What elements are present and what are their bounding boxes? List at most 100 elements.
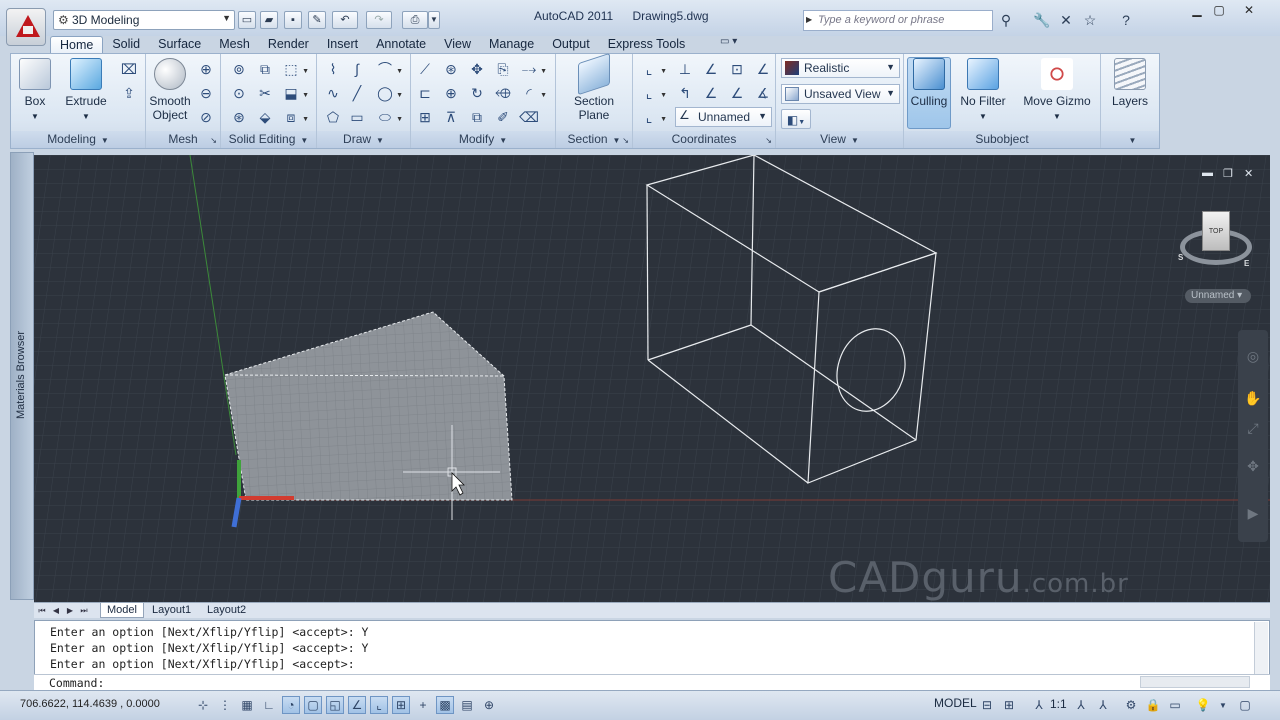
scale-icon[interactable]: ⧉ — [467, 107, 487, 127]
smooth-less-icon[interactable]: ⊖ — [196, 83, 216, 103]
last-layout-arrow[interactable]: ⏭ — [78, 604, 90, 617]
no-filter-button[interactable]: No Filter ▼ — [955, 58, 1011, 124]
tab-layout2[interactable]: Layout2 — [201, 603, 252, 618]
minimize-icon[interactable]: ▁ — [1186, 2, 1208, 18]
tab-annotate[interactable]: Annotate — [367, 36, 435, 54]
auto-scale-icon[interactable]: ⅄ — [1094, 696, 1112, 714]
tab-render[interactable]: Render — [259, 36, 318, 54]
array-icon[interactable]: ⊞ — [415, 107, 435, 127]
copy-icon[interactable]: ⎘ — [493, 59, 513, 79]
viewcube[interactable]: TOP N S E — [1176, 207, 1256, 287]
polar-tracking-icon[interactable]: ◔ — [282, 696, 300, 714]
viewcube-ucs-menu[interactable]: Unnamed ▾ — [1185, 289, 1251, 303]
ucs-zaxis-icon[interactable]: ∠ — [701, 83, 721, 103]
trim-icon[interactable]: ⤍ ▼ — [519, 59, 547, 79]
ucs-view-icon[interactable]: ⊡ — [727, 59, 747, 79]
zoom-icon[interactable]: ⤢ — [1243, 420, 1263, 440]
presspull-icon[interactable]: ⇪ — [119, 83, 139, 103]
extract-edges-icon[interactable]: ⧉ — [255, 59, 275, 79]
isolate-objects-icon[interactable]: 💡 — [1194, 696, 1212, 714]
extrude-faces-icon[interactable]: ⬚ ▼ — [281, 59, 309, 79]
union-icon[interactable]: ⊚ — [229, 59, 249, 79]
help-icon[interactable]: ? — [1116, 10, 1136, 30]
arc-icon[interactable]: ⌒ ▼ — [375, 59, 403, 79]
application-menu-button[interactable] — [6, 8, 46, 46]
dynamic-input-icon[interactable]: ⊞ — [392, 696, 410, 714]
allow-dynamic-ucs-icon[interactable]: ⌞ — [370, 696, 388, 714]
3d-scale-icon[interactable]: ⊕ — [441, 83, 461, 103]
redo-icon[interactable]: ↷ — [366, 11, 392, 29]
3d-rotate-icon[interactable]: ⊛ — [441, 59, 461, 79]
ucs-origin-icon[interactable]: ⌞ ▼ — [639, 107, 667, 127]
tab-solid[interactable]: Solid — [103, 36, 149, 54]
thicken-icon[interactable]: ⬙ — [255, 107, 275, 127]
command-line-input[interactable]: Command: — [34, 674, 1270, 690]
tab-manage[interactable]: Manage — [480, 36, 543, 54]
selection-cycling-icon[interactable]: ⊕ — [480, 696, 498, 714]
ucs-object-icon[interactable]: ∠ — [727, 83, 747, 103]
maximize-icon[interactable]: ▢ — [1208, 2, 1230, 18]
match-properties-icon[interactable]: ✐ — [493, 107, 513, 127]
tab-output[interactable]: Output — [543, 36, 599, 54]
polysolid-icon[interactable]: ⌧ — [119, 59, 139, 79]
lock-ui-icon[interactable]: 🔒 — [1144, 696, 1162, 714]
quick-view-layouts-icon[interactable]: ⊟ — [978, 696, 996, 714]
infer-constraints-icon[interactable]: ⊹ — [194, 696, 212, 714]
3d-object-snap-icon[interactable]: ◱ — [326, 696, 344, 714]
ucs-world-icon[interactable]: ⊥ — [675, 59, 695, 79]
ucs-x-icon[interactable]: ⌞ ▼ — [639, 83, 667, 103]
workspace-switching-icon[interactable]: ⚙ — [1122, 696, 1140, 714]
viewcube-top-face[interactable]: TOP — [1202, 211, 1230, 251]
layers-button[interactable]: Layers — [1107, 58, 1153, 108]
circle-icon[interactable]: ◯ ▼ — [375, 83, 403, 103]
spline-icon[interactable]: ∫ — [347, 59, 367, 79]
tab-insert[interactable]: Insert — [318, 36, 367, 54]
layers-panel-expand[interactable]: ▼ — [1129, 136, 1137, 145]
quick-access-dropdown[interactable]: ▼ — [428, 11, 440, 29]
tab-express-tools[interactable]: Express Tools — [599, 36, 695, 54]
clean-screen-icon[interactable]: ▢ — [1236, 696, 1254, 714]
steering-wheel-icon[interactable]: ◎ — [1243, 348, 1263, 368]
ucs-combo[interactable]: ∠ Unnamed ▼ — [675, 107, 772, 127]
annotation-scale-icon[interactable]: ⅄ — [1030, 696, 1048, 714]
stretch-icon[interactable]: ⬲ — [493, 83, 513, 103]
workspace-combo[interactable]: ⚙ 3D Modeling ▼ — [53, 10, 235, 30]
drawing-viewport[interactable]: ▬ ❐ ✕ TOP N S E Unnamed ▾ ◎ ✋ ⤢ ✥ ▶ CADg… — [34, 155, 1270, 602]
ucs-icon[interactable]: ⌞ ▼ — [639, 59, 667, 79]
command-horizontal-scrollbar[interactable] — [1140, 676, 1250, 688]
model-space-button[interactable]: MODEL — [934, 696, 977, 710]
favorites-star-icon[interactable]: ☆ — [1080, 10, 1100, 30]
viewport-config-icon[interactable]: ◧▼ — [781, 109, 811, 129]
slice-icon[interactable]: ✂ — [255, 83, 275, 103]
smooth-object-button[interactable]: Smooth Object — [148, 58, 192, 122]
annotation-scale-value[interactable]: 1:1 — [1050, 697, 1067, 711]
ucs-previous-icon[interactable]: ↰ — [675, 83, 695, 103]
showmotion-icon[interactable]: ▶ — [1243, 505, 1263, 525]
3d-mirror-icon[interactable]: ⊼ — [441, 107, 461, 127]
align-icon[interactable]: ⊏ — [415, 83, 435, 103]
quick-properties-icon[interactable]: ▤ — [458, 696, 476, 714]
snap-mode-icon[interactable]: ⋮ — [216, 696, 234, 714]
tab-model[interactable]: Model — [100, 603, 144, 618]
save-as-icon[interactable]: ✎ — [308, 11, 326, 29]
3d-move-icon[interactable]: ✥ — [467, 59, 487, 79]
open-file-icon[interactable]: ▰ — [260, 11, 278, 29]
status-menu-arrow[interactable]: ▼ — [1214, 696, 1232, 714]
rotate-icon[interactable]: ↻ — [467, 83, 487, 103]
section-plane-button[interactable]: Section Plane — [570, 52, 618, 122]
smooth-more-icon[interactable]: ⊕ — [196, 59, 216, 79]
quick-view-drawings-icon[interactable]: ⊞ — [1000, 696, 1018, 714]
polygon-icon[interactable]: ⬠ — [323, 107, 343, 127]
subscription-icon[interactable]: 🔧 — [1032, 10, 1052, 30]
3d-polyline-icon[interactable]: ∿ — [323, 83, 343, 103]
ortho-mode-icon[interactable]: ∟ — [260, 696, 278, 714]
fillet-icon[interactable]: ◜ ▼ — [519, 83, 547, 103]
line-icon[interactable]: ╱ — [347, 83, 367, 103]
pan-hand-icon[interactable]: ✋ — [1243, 390, 1263, 410]
viewport-close-icon[interactable]: ✕ — [1244, 167, 1253, 180]
drawing-canvas[interactable] — [34, 155, 1270, 602]
hardware-acceleration-icon[interactable]: ▭ — [1166, 696, 1184, 714]
tab-view[interactable]: View — [435, 36, 480, 54]
move-gizmo-button[interactable]: Move Gizmo ▼ — [1019, 58, 1095, 124]
erase-icon[interactable]: ⌫ — [519, 107, 539, 127]
